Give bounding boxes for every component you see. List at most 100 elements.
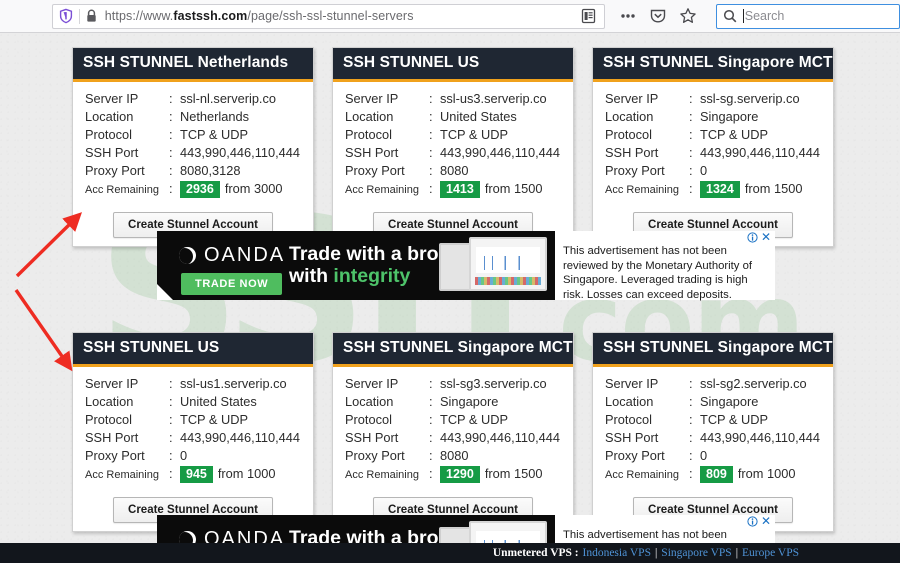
spec-label: Acc Remaining <box>85 184 159 196</box>
acc-remaining-badge: 2936 <box>180 181 220 198</box>
spec-colon: : <box>429 91 433 106</box>
spec-value: Singapore <box>700 394 759 409</box>
ad-corner-fold <box>157 284 173 300</box>
card-specs: Server IP : ssl-us3.serverip.co Location… <box>333 82 573 202</box>
close-ad-icon[interactable]: ✕ <box>761 515 771 527</box>
toolbar-left-spacer <box>0 16 52 17</box>
spec-location: Location : Netherlands <box>85 108 303 125</box>
spec-proxy-port: Proxy Port : 8080 <box>345 447 563 464</box>
server-card: SSH STUNNEL US Server IP : ssl-us3.serve… <box>332 47 574 247</box>
acc-from-label: from <box>217 466 244 481</box>
spec-acc-remaining: Acc Remaining : 2936 from 3000 <box>85 180 303 199</box>
advertisement-banner[interactable]: OANDA Trade with a broker with integrity… <box>157 231 775 301</box>
acc-remaining-badge: 1324 <box>700 181 740 198</box>
spec-colon: : <box>169 412 173 427</box>
spec-value: 443,990,446,110,444 <box>700 145 821 160</box>
padlock-icon[interactable] <box>85 9 98 23</box>
spec-value: 443,990,446,110,444 <box>180 430 301 445</box>
footer-link-europe-vps[interactable]: Europe VPS <box>742 547 799 559</box>
reader-view-icon[interactable] <box>581 8 596 24</box>
pocket-save-icon[interactable] <box>647 5 669 27</box>
spec-location: Location : Singapore <box>345 393 563 410</box>
spec-label: Location <box>345 394 394 409</box>
spec-label: Location <box>345 109 394 124</box>
spec-label: SSH Port <box>605 145 659 160</box>
spec-colon: : <box>429 376 433 391</box>
spec-label: Protocol <box>605 412 652 427</box>
spec-label: SSH Port <box>605 430 659 445</box>
spec-acc-remaining: Acc Remaining : 1324 from 1500 <box>605 180 823 199</box>
magnifier-icon <box>723 9 737 23</box>
spec-colon: : <box>169 127 173 142</box>
spec-label: SSH Port <box>345 145 399 160</box>
tracking-protection-shield-icon[interactable] <box>58 8 74 24</box>
spec-label: Location <box>85 109 134 124</box>
spec-location: Location : United States <box>345 108 563 125</box>
browser-window: https://www.fastssh.com/page/ssh-ssl-stu… <box>0 0 900 563</box>
spec-colon: : <box>429 430 433 445</box>
spec-colon: : <box>429 181 433 196</box>
spec-label: Acc Remaining <box>85 469 159 481</box>
acc-total: 1500 <box>773 181 803 196</box>
card-title: SSH STUNNEL Singapore MCT <box>593 333 833 367</box>
spec-colon: : <box>689 163 693 178</box>
spec-protocol: Protocol : TCP & UDP <box>85 411 303 428</box>
ad-chart-graphic <box>476 247 540 273</box>
spec-label: Server IP <box>85 91 139 106</box>
adchoices-info-icon[interactable] <box>747 232 758 243</box>
spec-value: TCP & UDP <box>700 127 769 142</box>
spec-label: Server IP <box>85 376 139 391</box>
spec-value: 0 <box>700 448 708 463</box>
spec-protocol: Protocol : TCP & UDP <box>85 126 303 143</box>
spec-ssh-port: SSH Port : 443,990,446,110,444 <box>345 144 563 161</box>
spec-value: TCP & UDP <box>440 412 509 427</box>
spec-acc-remaining: Acc Remaining : 1413 from 1500 <box>345 180 563 199</box>
spec-value: ssl-us3.serverip.co <box>440 91 547 106</box>
spec-colon: : <box>689 394 693 409</box>
close-ad-icon[interactable]: ✕ <box>761 231 771 243</box>
card-title: SSH STUNNEL Singapore MCT <box>593 48 833 82</box>
footer-bar: Unmetered VPS : Indonesia VPS | Singapor… <box>0 543 900 563</box>
spec-value: 8080 <box>440 448 469 463</box>
spec-value: 1324 from 1500 <box>700 180 802 198</box>
ad-choices-controls: ✕ <box>747 231 771 243</box>
spec-value: ssl-us1.serverip.co <box>180 376 287 391</box>
ad-disclaimer-body: This advertisement has not been reviewed… <box>563 245 753 301</box>
spec-location: Location : Singapore <box>605 108 823 125</box>
server-card: SSH STUNNEL Singapore MCT Server IP : ss… <box>332 332 574 532</box>
address-bar[interactable]: https://www.fastssh.com/page/ssh-ssl-stu… <box>51 3 605 29</box>
footer-link-singapore-vps[interactable]: Singapore VPS <box>661 547 731 559</box>
card-specs: Server IP : ssl-sg3.serverip.co Location… <box>333 367 573 487</box>
spec-label: Proxy Port <box>345 163 405 178</box>
spec-colon: : <box>689 91 693 106</box>
browser-toolbar: https://www.fastssh.com/page/ssh-ssl-stu… <box>0 0 900 33</box>
spec-colon: : <box>169 145 173 160</box>
spec-colon: : <box>689 448 693 463</box>
ad-monitor-icon <box>469 237 547 291</box>
spec-label: Acc Remaining <box>605 469 679 481</box>
footer-link-indonesia-vps[interactable]: Indonesia VPS <box>583 547 651 559</box>
spec-label: Protocol <box>85 412 132 427</box>
star-bookmark-icon[interactable] <box>677 5 699 27</box>
server-card: SSH STUNNEL US Server IP : ssl-us1.serve… <box>72 332 314 532</box>
url-text: https://www.fastssh.com/page/ssh-ssl-stu… <box>105 9 577 23</box>
spec-server-ip: Server IP : ssl-sg2.serverip.co <box>605 375 823 392</box>
spec-colon: : <box>169 91 173 106</box>
spec-colon: : <box>169 466 173 481</box>
address-bar-divider <box>78 8 80 24</box>
spec-protocol: Protocol : TCP & UDP <box>605 126 823 143</box>
spec-server-ip: Server IP : ssl-us3.serverip.co <box>345 90 563 107</box>
card-specs: Server IP : ssl-nl.serverip.co Location … <box>73 82 313 202</box>
adchoices-info-icon[interactable] <box>747 516 758 527</box>
arrow-pointing-to-row1-card <box>15 212 83 278</box>
card-specs: Server IP : ssl-sg2.serverip.co Location… <box>593 367 833 487</box>
search-input[interactable]: Search <box>715 3 900 29</box>
acc-from-label: from <box>484 181 511 196</box>
spec-value: 1290 from 1500 <box>440 465 542 483</box>
spec-colon: : <box>429 394 433 409</box>
spec-protocol: Protocol : TCP & UDP <box>345 126 563 143</box>
spec-value: 1413 from 1500 <box>440 180 542 198</box>
ad-creative[interactable]: OANDA Trade with a broker with integrity… <box>157 231 555 300</box>
ellipsis-icon[interactable] <box>617 5 639 27</box>
trade-now-button[interactable]: TRADE NOW <box>181 273 283 295</box>
